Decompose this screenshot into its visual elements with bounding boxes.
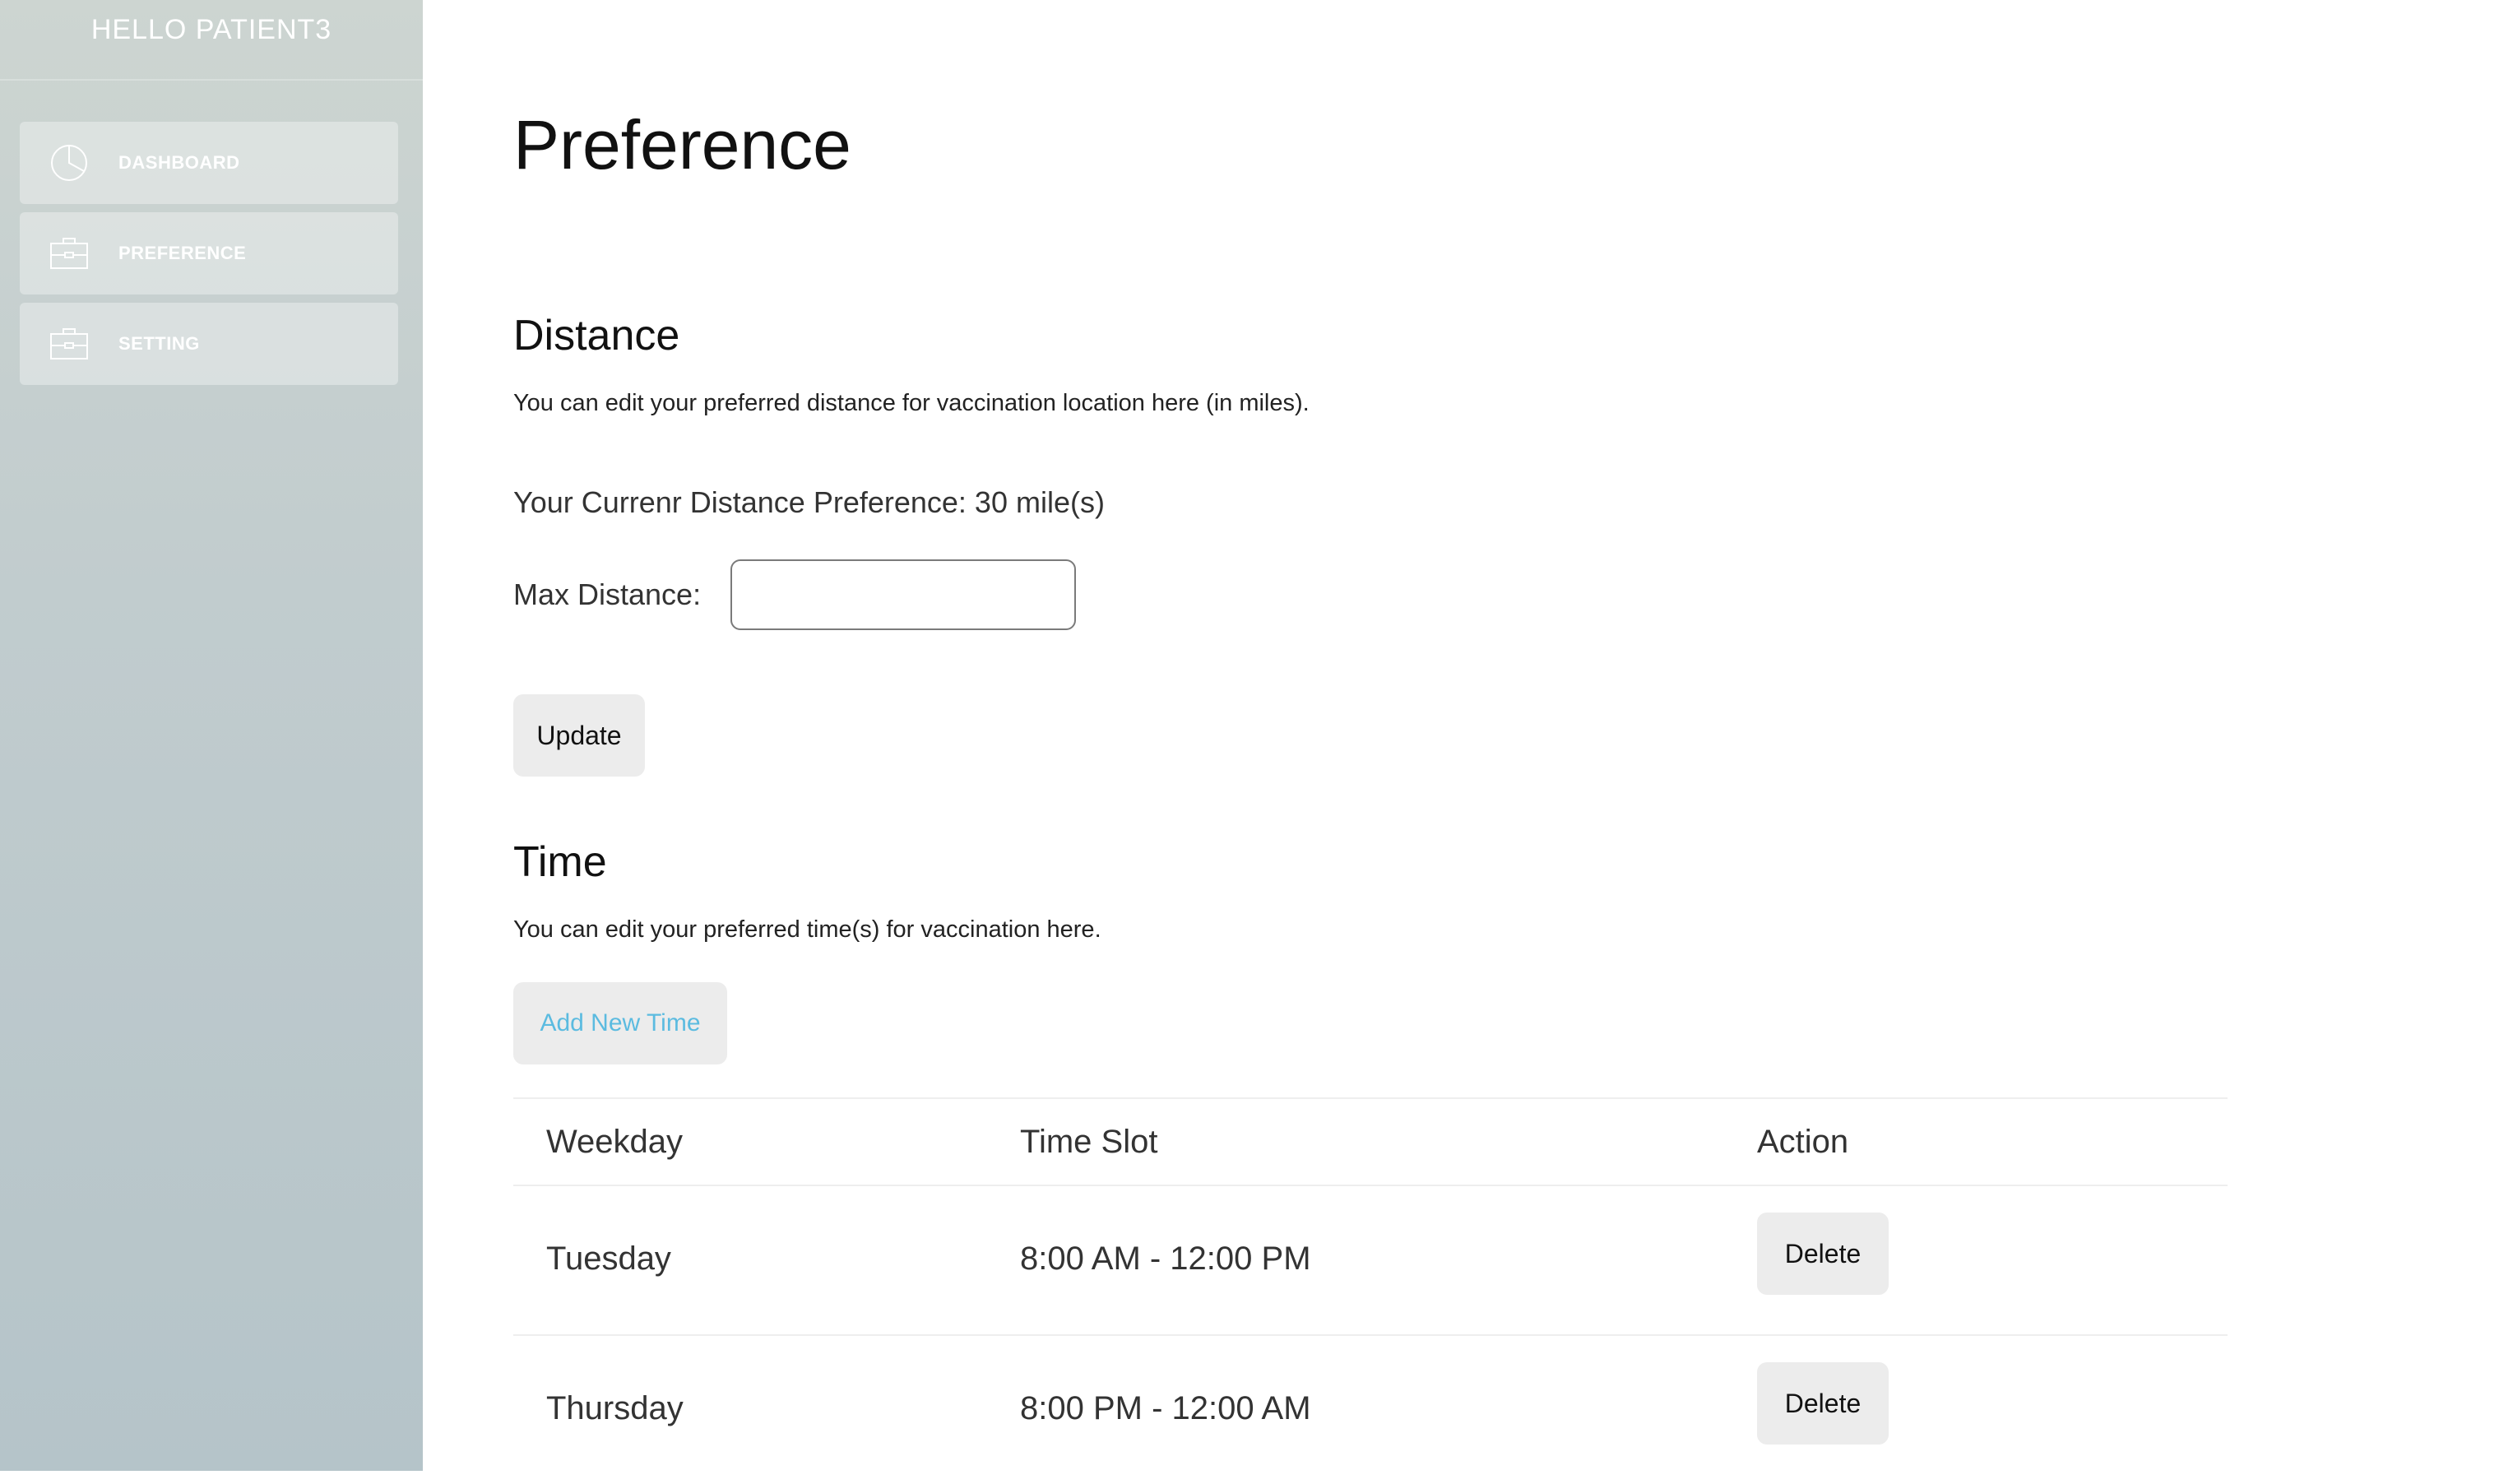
sidebar-item-preference[interactable]: PREFERENCE <box>20 212 398 294</box>
sidebar: HELLO PATIENT3 DASHBOARD PREFERENCE SETT… <box>0 0 423 1471</box>
sidebar-item-setting[interactable]: SETTING <box>20 303 398 385</box>
briefcase-icon <box>49 234 89 273</box>
sidebar-item-label: DASHBOARD <box>118 152 240 173</box>
sidebar-item-label: PREFERENCE <box>118 243 247 263</box>
time-slot-cell: 8:00 PM - 12:00 AM <box>1020 1390 1311 1426</box>
weekday-cell: Thursday <box>546 1390 684 1426</box>
time-slot-cell: 8:00 AM - 12:00 PM <box>1020 1241 1311 1277</box>
add-new-time-button[interactable]: Add New Time <box>513 982 727 1064</box>
update-button[interactable]: Update <box>513 694 645 777</box>
current-distance-preference: Your Currenr Distance Preference: 30 mil… <box>513 485 1105 519</box>
max-distance-label: Max Distance: <box>513 577 702 611</box>
distance-description: You can edit your preferred distance for… <box>513 390 1310 416</box>
column-header-time-slot: Time Slot <box>1020 1124 1158 1160</box>
pie-chart-icon <box>49 143 89 183</box>
sidebar-item-dashboard[interactable]: DASHBOARD <box>20 122 398 204</box>
sidebar-greeting: HELLO PATIENT3 <box>0 0 423 81</box>
table-row: Tuesday 8:00 AM - 12:00 PM Delete <box>513 1185 2228 1334</box>
weekday-cell: Tuesday <box>546 1241 671 1277</box>
time-description: You can edit your preferred time(s) for … <box>513 916 1101 943</box>
time-preference-table: Weekday Time Slot Action Tuesday 8:00 AM… <box>513 1097 2228 1484</box>
max-distance-row: Max Distance: <box>513 559 1077 630</box>
table-row: Thursday 8:00 PM - 12:00 AM Delete <box>513 1334 2228 1484</box>
distance-section-title: Distance <box>513 312 680 359</box>
app-page: HELLO PATIENT3 DASHBOARD PREFERENCE SETT… <box>0 0 2499 1484</box>
sidebar-nav: DASHBOARD PREFERENCE SETTING <box>20 122 398 393</box>
page-title: Preference <box>513 106 851 183</box>
column-header-weekday: Weekday <box>546 1124 684 1160</box>
column-header-action: Action <box>1757 1124 1849 1160</box>
time-section-title: Time <box>513 838 607 886</box>
delete-button[interactable]: Delete <box>1757 1362 1889 1445</box>
table-header-row: Weekday Time Slot Action <box>513 1097 2228 1185</box>
max-distance-input[interactable] <box>730 559 1077 630</box>
sidebar-item-label: SETTING <box>118 333 200 354</box>
delete-button[interactable]: Delete <box>1757 1213 1889 1295</box>
briefcase-icon <box>49 324 89 364</box>
